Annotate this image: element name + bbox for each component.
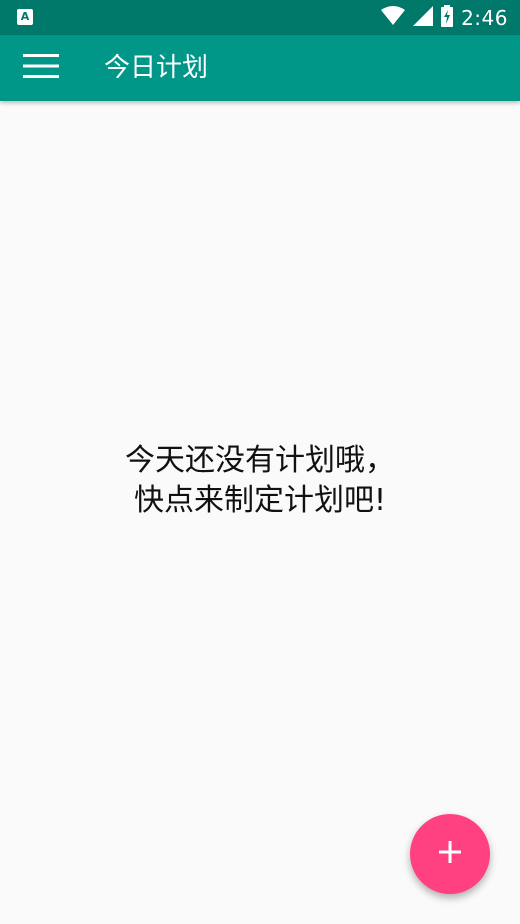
app-notification-icon: A (17, 9, 33, 25)
empty-message-line-2: 快点来制定计划吧! (133, 483, 387, 518)
status-bar: A 2:46 (0, 0, 520, 35)
empty-message-line-1: 今天还没有计划哦， (125, 443, 395, 478)
hamburger-menu-icon (23, 53, 59, 83)
page-title: 今日计划 (104, 53, 209, 83)
battery-icon (441, 4, 454, 31)
status-indicators: 2:46 (381, 0, 508, 35)
app-toolbar: 今日计划 (0, 35, 520, 101)
add-icon (438, 840, 462, 868)
menu-button[interactable] (14, 46, 68, 90)
add-plan-button[interactable] (410, 814, 490, 894)
signal-icon (413, 5, 434, 30)
empty-state-message: 今天还没有计划哦， 快点来制定计划吧! (0, 441, 520, 521)
status-time: 2:46 (461, 5, 508, 30)
wifi-icon (381, 5, 406, 30)
main-content: 今天还没有计划哦， 快点来制定计划吧! (0, 101, 520, 924)
